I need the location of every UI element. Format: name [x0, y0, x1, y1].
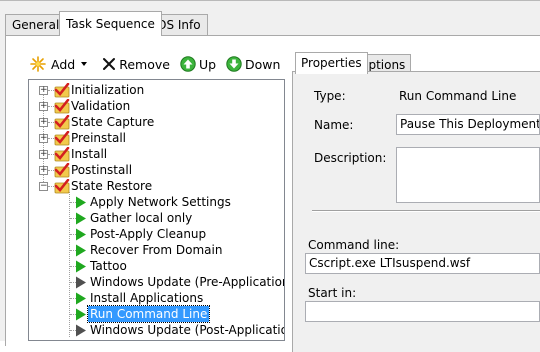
tree-group-item[interactable]: + State Capture [29, 114, 284, 130]
tree-item-label: Tattoo [90, 259, 127, 273]
dropdown-arrow-icon [81, 62, 88, 66]
checked-folder-icon-wrap [53, 98, 70, 114]
tree-group-item[interactable]: + Validation [29, 98, 284, 114]
checked-folder-icon [54, 178, 70, 194]
checked-folder-icon [54, 82, 70, 98]
tree-group-item[interactable]: + Preinstall [29, 130, 284, 146]
tree-item-label: Preinstall [71, 131, 126, 145]
start-in-field[interactable] [305, 301, 540, 322]
tab-properties[interactable]: Properties [295, 52, 368, 74]
tree-item-label: Install [71, 147, 108, 161]
tree-item-label: Windows Update (Pre-Application Installa [90, 275, 285, 289]
tab-properties-label: Properties [301, 56, 362, 70]
type-value: Run Command Line [399, 89, 517, 103]
tree-item-label: Validation [71, 99, 131, 113]
expand-toggle[interactable]: + [39, 134, 48, 143]
checked-folder-icon [54, 146, 70, 162]
tab-general[interactable]: General [5, 14, 67, 35]
tree-step-item[interactable]: Install Applications [29, 290, 284, 306]
expand-toggle[interactable]: + [39, 102, 48, 111]
tree-item-label: State Restore [71, 179, 153, 193]
remove-button-label: Remove [119, 56, 170, 72]
checked-folder-icon [54, 114, 70, 130]
tree-item-label: Windows Update (Post-Application Install… [90, 323, 284, 337]
green-play-icon [76, 212, 86, 225]
name-field[interactable]: Pause This Deployment [396, 114, 540, 135]
up-button-label: Up [198, 56, 217, 72]
tree-step-item[interactable]: Run Command Line [29, 305, 284, 323]
collapse-toggle[interactable]: − [39, 182, 48, 191]
green-play-icon [76, 228, 86, 241]
checked-folder-icon-wrap [53, 82, 70, 98]
tab-task-sequence[interactable]: Task Sequence [59, 11, 162, 36]
tab-os-info-label: OS Info [157, 18, 201, 32]
start-in-label: Start in: [308, 286, 357, 300]
name-label: Name: [314, 118, 354, 132]
tree-step-item[interactable]: Windows Update (Pre-Application Installa [29, 274, 284, 290]
gray-play-icon [76, 324, 86, 337]
remove-button[interactable]: Remove [102, 57, 170, 72]
toolbar: Add Remove Up Down [30, 53, 290, 75]
tree-item-label-selected: Run Command Line [86, 305, 211, 323]
separator [312, 210, 540, 212]
tree-step-item[interactable]: Apply Network Settings [29, 194, 284, 210]
task-sequence-dialog: General Task Sequence OS Info Add Remove [0, 0, 540, 352]
green-play-icon [76, 196, 86, 209]
checked-folder-icon-wrap [53, 146, 70, 162]
expand-toggle[interactable]: + [39, 118, 48, 127]
tree-item-label: Post-Apply Cleanup [90, 227, 207, 241]
checked-folder-icon [54, 130, 70, 146]
remove-x-icon [103, 58, 116, 70]
add-button[interactable]: Add [30, 56, 92, 72]
tree-group-item[interactable]: − State Restore [29, 178, 284, 194]
green-play-icon [76, 244, 86, 257]
tree-step-item[interactable]: Gather local only [29, 210, 284, 226]
checked-folder-icon-wrap [53, 130, 70, 146]
task-sequence-tree[interactable]: + Initialization + Validation + State Capture… [28, 79, 285, 341]
tree-group-item[interactable]: + Install [29, 146, 284, 162]
tree-item-label: Apply Network Settings [90, 195, 231, 209]
tree-group-item[interactable]: + Postinstall [29, 162, 284, 178]
tree-item-label: State Capture [71, 115, 155, 129]
up-arrow-icon [180, 56, 196, 72]
tree-item-label: Recover From Domain [90, 243, 223, 257]
checked-folder-icon-wrap [53, 114, 70, 130]
expand-toggle[interactable]: + [39, 86, 48, 95]
tree-step-item[interactable]: Tattoo [29, 258, 284, 274]
command-line-label: Command line: [308, 238, 400, 252]
down-button-label: Down [245, 56, 281, 72]
expand-toggle[interactable]: + [39, 166, 48, 175]
tree-step-item[interactable]: Windows Update (Post-Application Install… [29, 322, 284, 338]
type-label: Type: [314, 89, 346, 103]
tree-item-label: Gather local only [90, 211, 193, 225]
checked-folder-icon [54, 162, 70, 178]
tree-item-label: Install Applications [90, 291, 204, 305]
down-arrow-icon [226, 56, 242, 72]
tree-step-item[interactable]: Post-Apply Cleanup [29, 226, 284, 242]
step-icon-wrap [75, 324, 87, 340]
green-play-icon [76, 292, 86, 305]
up-button[interactable]: Up [180, 56, 216, 72]
description-field[interactable] [396, 147, 540, 203]
tree-group-item[interactable]: + Initialization [29, 82, 284, 98]
green-play-icon [76, 308, 86, 321]
checked-folder-icon [54, 98, 70, 114]
command-line-field[interactable]: Cscript.exe LTIsuspend.wsf [305, 253, 540, 274]
tab-general-label: General [12, 18, 60, 32]
tab-task-sequence-label: Task Sequence [66, 17, 155, 31]
tree-item-label: Postinstall [71, 163, 133, 177]
expand-toggle[interactable]: + [39, 150, 48, 159]
checked-folder-icon-wrap [53, 178, 70, 194]
tree-item-label: Initialization [71, 83, 145, 97]
down-button[interactable]: Down [226, 56, 280, 72]
checked-folder-icon-wrap [53, 162, 70, 178]
add-button-label: Add [51, 56, 76, 72]
gray-play-icon [76, 276, 86, 289]
tree-step-item[interactable]: Recover From Domain [29, 242, 284, 258]
green-play-icon [76, 260, 86, 273]
sparkle-add-icon [30, 56, 46, 72]
description-label: Description: [314, 151, 387, 165]
